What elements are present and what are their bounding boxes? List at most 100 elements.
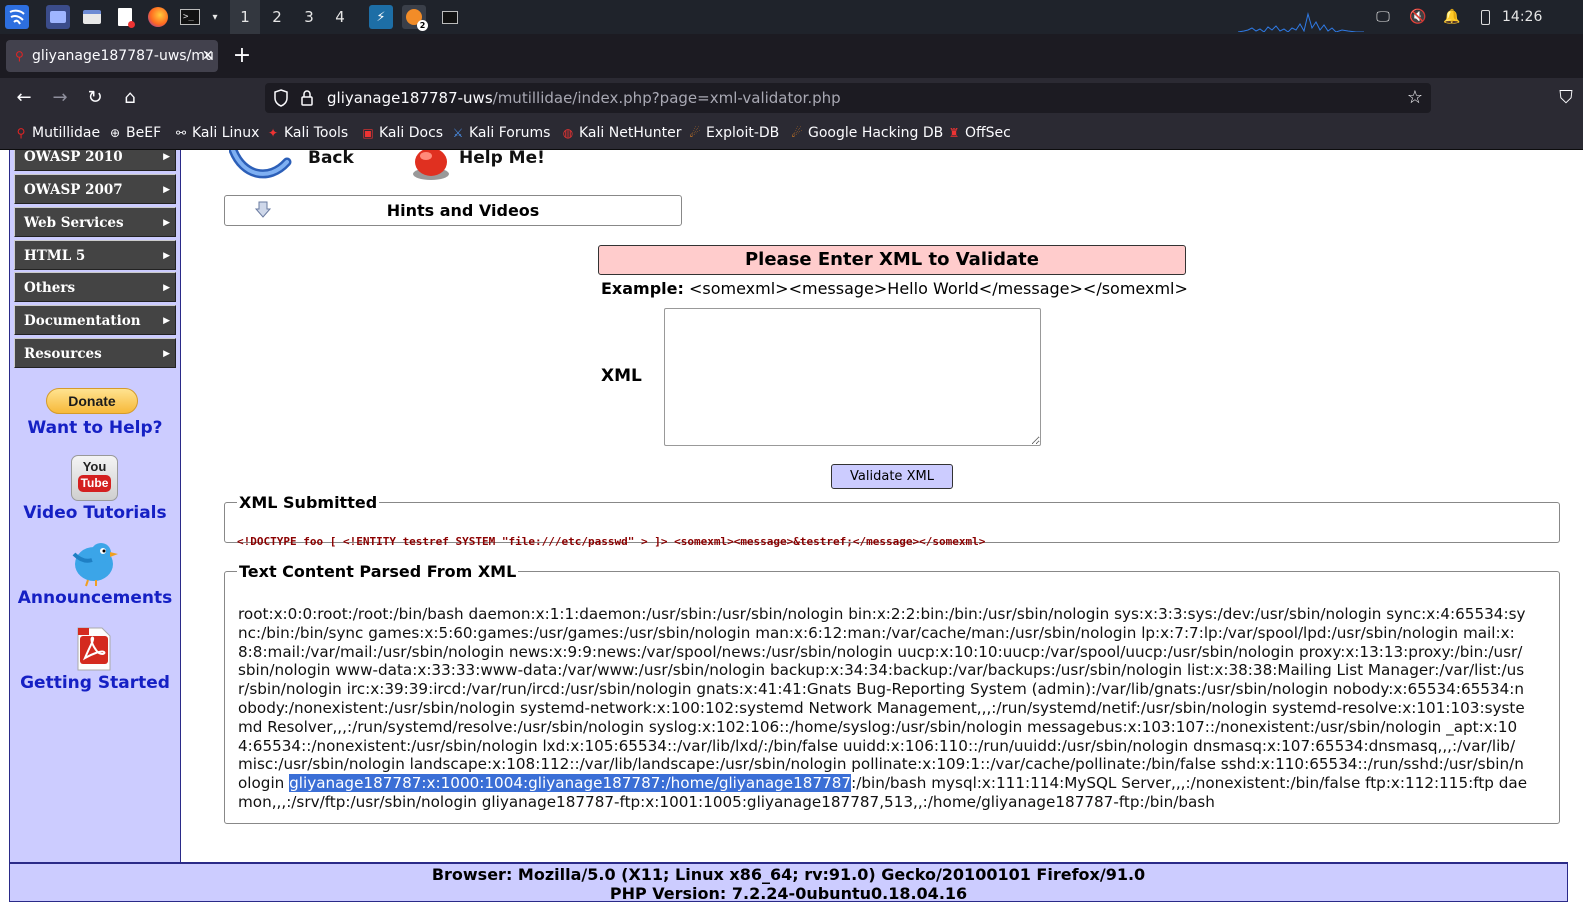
battery-icon[interactable]	[1477, 7, 1493, 27]
validate-xml-button[interactable]: Validate XML	[831, 464, 953, 489]
kali-menu-icon[interactable]	[5, 5, 29, 29]
getting-started-link[interactable]: Getting Started	[10, 673, 180, 693]
bookmark-label: Google Hacking DB	[808, 125, 944, 141]
workspace-2[interactable]: 2	[262, 0, 292, 34]
app-icon[interactable]: ⚡	[369, 5, 393, 29]
kali-dragon-icon: ⚯	[175, 126, 187, 140]
form-title: Please Enter XML to Validate	[598, 245, 1186, 275]
bookmark-label: Kali Docs	[379, 125, 444, 141]
help-me-link[interactable]: Help Me!	[459, 150, 545, 168]
pocket-icon[interactable]: ⛉	[1554, 86, 1578, 110]
star-bookmark-icon[interactable]: ☆	[1407, 87, 1423, 108]
video-tutorials-link[interactable]: Video Tutorials	[10, 503, 180, 523]
browser-tab[interactable]: ⚲ gliyanage187787-uws/mu ✕	[6, 40, 218, 72]
volume-muted-icon[interactable]: 🔇	[1408, 7, 1428, 27]
tab-bar: ⚲ gliyanage187787-uws/mu ✕ +	[0, 34, 1583, 78]
xml-input[interactable]	[664, 308, 1041, 446]
display-icon[interactable]: 🖵	[1373, 7, 1393, 27]
show-desktop-icon[interactable]	[46, 5, 70, 29]
menu-resources[interactable]: Resources ▶	[14, 338, 176, 368]
youtube-tube: Tube	[77, 475, 112, 492]
bookmark-label: Kali Linux	[192, 125, 260, 141]
bookmark-beef[interactable]: ⊕ BeEF	[108, 118, 161, 149]
terminal-icon[interactable]: >_	[178, 5, 202, 29]
offsec-icon: ♜	[948, 126, 960, 140]
bookmark-label: OffSec	[965, 125, 1011, 141]
menu-others[interactable]: Others ▶	[14, 272, 176, 302]
home-icon[interactable]: ⌂	[118, 86, 142, 110]
file-manager-icon[interactable]	[80, 5, 104, 29]
bookmark-mutillidae[interactable]: ⚲ Mutillidae	[14, 118, 101, 149]
twitter-bird-icon[interactable]	[68, 538, 120, 588]
mutillidae-icon: ⚲	[16, 126, 26, 140]
php-version: PHP Version: 7.2.24-0ubuntu0.18.04.16	[609, 884, 968, 903]
close-tab-icon[interactable]: ✕	[202, 40, 214, 72]
page-content: OWASP 2010 ▶ OWASP 2007 ▶ Web Services ▶ HT…	[0, 150, 1583, 919]
bookmarks-toolbar: ⚲ Mutillidae ⊕ BeEF ⚯ Kali Linux ✦ Kali Tool…	[0, 118, 1583, 150]
youtube-icon[interactable]: You Tube	[71, 455, 118, 501]
menu-label: Web Services	[24, 215, 124, 231]
announcements-link[interactable]: Announcements	[10, 588, 180, 608]
menu-html5[interactable]: HTML 5 ▶	[14, 240, 176, 270]
text-editor-icon[interactable]	[113, 5, 137, 29]
url-text[interactable]: gliyanage187787-uws/mutillidae/index.php…	[327, 83, 841, 113]
donate-button[interactable]: Donate	[46, 388, 138, 414]
bookmark-kali-docs[interactable]: ▣ Kali Docs	[361, 118, 443, 149]
menu-label: OWASP 2007	[24, 182, 123, 198]
menu-label: Resources	[24, 346, 102, 362]
menu-owasp-2007[interactable]: OWASP 2007 ▶	[14, 174, 176, 204]
parsed-content-title: Text Content Parsed From XML	[239, 562, 517, 581]
back-link[interactable]: Back	[308, 150, 354, 168]
back-arrow-icon[interactable]: ←	[12, 86, 36, 110]
new-tab-button[interactable]: +	[232, 42, 252, 70]
parsed-content-text: root:x:0:0:root:/root:/bin/bash daemon:x…	[238, 605, 1528, 812]
parsed-content-box: Text Content Parsed From XML root:x:0:0:…	[224, 562, 1560, 824]
bookmark-exploit-db[interactable]: ☄ Exploit-DB	[688, 118, 780, 149]
bookmark-kali-linux[interactable]: ⚯ Kali Linux	[174, 118, 260, 149]
url-host: gliyanage187787-uws	[327, 89, 493, 107]
navigation-bar: ← → ↻ ⌂ gliyanage187787-uws/mutillidae/i…	[0, 78, 1583, 118]
browser-info: Browser: Mozilla/5.0 (X11; Linux x86_64;…	[431, 865, 1146, 884]
back-arrow-image[interactable]	[228, 150, 293, 186]
bell-icon[interactable]: 🔔	[1442, 7, 1462, 27]
forward-arrow-icon[interactable]: →	[48, 86, 72, 110]
url-bar[interactable]: gliyanage187787-uws/mutillidae/index.php…	[265, 83, 1431, 113]
menu-label: Others	[24, 280, 76, 296]
reload-icon[interactable]: ↻	[83, 86, 107, 110]
caret-right-icon: ▶	[163, 316, 170, 326]
workspace-4[interactable]: 4	[325, 0, 355, 34]
workspace-1[interactable]: 1	[230, 0, 260, 34]
cpu-graph	[1238, 12, 1364, 32]
xml-submitted-text: <!DOCTYPE foo [ <!ENTITY testref SYSTEM …	[237, 535, 986, 548]
bookmark-offsec[interactable]: ♜ OffSec	[947, 118, 1011, 149]
firefox-icon[interactable]	[146, 5, 170, 29]
pdf-icon[interactable]	[74, 626, 114, 672]
want-to-help-link[interactable]: Want to Help?	[10, 418, 180, 438]
clock[interactable]: 14:26	[1502, 0, 1542, 34]
burp-icon[interactable]: 2	[402, 5, 428, 31]
menu-owasp-2010[interactable]: OWASP 2010 ▶	[14, 150, 176, 171]
lock-icon[interactable]	[300, 90, 314, 106]
menu-web-services[interactable]: Web Services ▶	[14, 207, 176, 237]
help-button-image[interactable]	[408, 150, 454, 182]
bookmark-kali-nethunter[interactable]: ◍ Kali NetHunter	[561, 118, 682, 149]
globe-icon: ⊕	[109, 126, 121, 140]
chevron-down-icon[interactable]: ▾	[203, 5, 227, 29]
example-label: Example:	[601, 279, 684, 298]
bookmark-kali-tools[interactable]: ✦ Kali Tools	[266, 118, 348, 149]
workspace-3[interactable]: 3	[294, 0, 324, 34]
terminal-window-icon[interactable]	[438, 5, 462, 29]
parsed-text-part: root:x:0:0:root:/root:/bin/bash daemon:x…	[238, 605, 1526, 793]
menu-label: HTML 5	[24, 248, 86, 264]
menu-documentation[interactable]: Documentation ▶	[14, 305, 176, 335]
caret-right-icon: ▶	[163, 152, 170, 162]
bookmark-label: Kali Tools	[284, 125, 349, 141]
bookmark-label: Mutillidae	[32, 125, 101, 141]
bookmark-google-hacking-db[interactable]: ☄ Google Hacking DB	[790, 118, 944, 149]
bookmark-kali-forums[interactable]: ⚔ Kali Forums	[451, 118, 551, 149]
shield-icon[interactable]	[273, 89, 289, 107]
hints-label: Hints and Videos	[386, 201, 540, 220]
sidebar: OWASP 2010 ▶ OWASP 2007 ▶ Web Services ▶ HT…	[9, 150, 181, 862]
mutillidae-favicon-icon: ⚲	[15, 49, 24, 63]
hints-and-videos-toggle[interactable]: Hints and Videos	[224, 195, 682, 226]
